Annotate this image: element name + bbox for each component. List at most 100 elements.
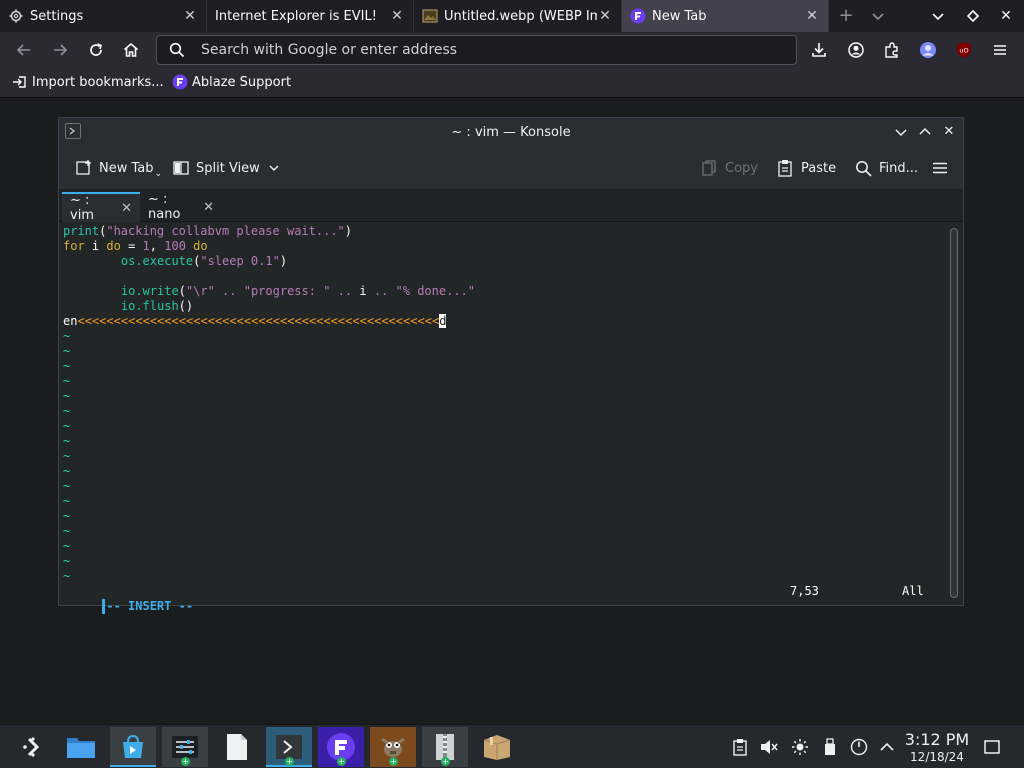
empty-line-tilde: ~ (63, 569, 71, 583)
empty-line-tilde: ~ (63, 374, 71, 388)
clock-time: 3:12 PM (904, 730, 970, 749)
empty-line-tilde: ~ (63, 479, 71, 493)
empty-line-tilde: ~ (63, 494, 71, 508)
svg-text:uO: uO (959, 47, 968, 55)
ablaze-icon (630, 8, 646, 24)
empty-line-tilde: ~ (63, 554, 71, 568)
badge-icon: + (389, 757, 398, 766)
konsole-title-bar[interactable]: ~ : vim — Konsole ✕ (59, 118, 963, 146)
reload-icon[interactable] (82, 36, 110, 64)
tab-untitled-webp[interactable]: Untitled.webp (WEBP Im ✕ (414, 0, 622, 32)
tab-internet-explorer[interactable]: Internet Explorer is EVIL! ✕ (207, 0, 414, 32)
code-line: os.execute("sleep 0.1") (120, 254, 288, 268)
close-icon[interactable]: ✕ (203, 200, 214, 215)
import-icon (12, 74, 28, 90)
split-view-icon (172, 159, 190, 177)
discover-store-icon[interactable] (110, 727, 156, 767)
home-icon[interactable] (117, 36, 145, 64)
updates-gauge-icon[interactable] (849, 737, 869, 757)
tab-label: ~ : nano (148, 192, 181, 222)
archive-manager-icon[interactable]: + (422, 727, 468, 767)
gear-icon (8, 8, 24, 24)
bookmark-label: Ablaze Support (192, 74, 292, 90)
clock[interactable]: 3:12 PM 12/18/24 (902, 730, 972, 766)
cursor-indicator (102, 599, 106, 614)
list-all-tabs-chevron-icon[interactable] (868, 6, 888, 26)
paste-button[interactable]: Paste (777, 156, 836, 180)
ablaze-browser-taskbar-icon[interactable]: + (318, 727, 364, 767)
konsole-tab-bar: ~ : vim ✕ ~ : nano ✕ (59, 190, 963, 223)
gimp-icon[interactable]: + (370, 727, 416, 767)
ublock-origin-icon[interactable]: uO (950, 36, 978, 64)
empty-line-tilde: ~ (63, 464, 71, 478)
system-settings-icon[interactable]: + (162, 727, 208, 767)
close-window-icon[interactable]: ✕ (996, 6, 1016, 26)
search-icon (169, 42, 185, 58)
badge-icon: + (285, 757, 294, 766)
file-manager-icon[interactable] (58, 727, 104, 767)
split-view-button[interactable]: Split View (172, 156, 280, 180)
tab-vim[interactable]: ~ : vim ✕ (62, 192, 140, 223)
close-icon[interactable]: ✕ (182, 8, 198, 24)
empty-line-tilde: ~ (63, 389, 71, 403)
find-label: Find... (879, 160, 919, 176)
clipboard-icon[interactable] (730, 737, 750, 757)
url-placeholder: Search with Google or enter address (201, 42, 458, 58)
minimize-window-chevron-icon[interactable] (928, 6, 948, 26)
close-icon[interactable]: ✕ (389, 8, 405, 24)
badge-icon: + (181, 757, 190, 766)
hamburger-menu-icon[interactable] (986, 36, 1014, 64)
terminal-scrollbar[interactable] (947, 222, 963, 605)
expand-tray-chevron-icon[interactable] (877, 737, 897, 757)
bookmark-import[interactable]: Import bookmarks... (12, 74, 164, 90)
tab-label: Internet Explorer is EVIL! (215, 8, 377, 24)
maximize-chevron-icon[interactable] (917, 124, 933, 140)
url-bar[interactable]: Search with Google or enter address (156, 35, 797, 65)
forward-arrow-icon[interactable] (46, 36, 74, 64)
tab-label: ~ : vim (70, 193, 94, 223)
volume-muted-icon[interactable] (759, 737, 779, 757)
tab-nano[interactable]: ~ : nano ✕ (140, 192, 222, 222)
bookmark-ablaze-support[interactable]: Ablaze Support (172, 74, 291, 90)
profile-avatar-icon[interactable] (914, 36, 942, 64)
back-arrow-icon[interactable] (10, 36, 38, 64)
minimize-chevron-icon[interactable] (893, 124, 909, 140)
tab-settings[interactable]: Settings ✕ (0, 0, 207, 32)
show-desktop-icon[interactable] (982, 737, 1002, 757)
search-icon (855, 160, 872, 177)
find-button[interactable]: Find... (855, 156, 918, 180)
account-icon[interactable] (842, 36, 870, 64)
maximize-window-diamond-icon[interactable] (963, 6, 983, 26)
bookmarks-bar: Import bookmarks... Ablaze Support (0, 68, 1024, 98)
usb-drive-icon[interactable] (820, 737, 840, 757)
extensions-puzzle-icon[interactable] (878, 36, 906, 64)
close-icon[interactable]: ✕ (597, 8, 613, 24)
close-icon[interactable]: ✕ (804, 8, 820, 24)
application-launcher-icon[interactable] (10, 727, 56, 767)
cursor-position: 7,53 (790, 584, 819, 598)
konsole-window: ~ : vim — Konsole ✕ New Tab ⌄ Split View (58, 117, 964, 614)
hamburger-menu-icon[interactable] (931, 156, 949, 180)
badge-icon: + (441, 757, 450, 766)
new-tab-plus-icon[interactable]: + (836, 6, 856, 26)
package-icon[interactable] (474, 727, 520, 767)
text-editor-icon[interactable] (214, 727, 260, 767)
tab-new-tab[interactable]: New Tab ✕ (622, 0, 829, 32)
copy-label: Copy (725, 160, 758, 176)
scrollbar-thumb[interactable] (950, 228, 958, 598)
paste-clipboard-icon (777, 159, 793, 177)
running-indicator (110, 765, 156, 767)
close-icon[interactable]: ✕ (941, 124, 957, 140)
terminal-vim-editor[interactable]: print("hacking collabvm please wait...")… (59, 222, 947, 614)
bookmark-label: Import bookmarks... (32, 74, 164, 90)
downloads-icon[interactable] (805, 36, 833, 64)
new-tab-button[interactable]: New Tab ⌄ (75, 156, 162, 180)
konsole-taskbar-icon[interactable]: + (266, 727, 312, 767)
copy-button[interactable]: Copy (701, 156, 758, 180)
empty-line-tilde: ~ (63, 359, 71, 373)
empty-line-tilde: ~ (63, 344, 71, 358)
badge-icon: + (337, 757, 346, 766)
brightness-icon[interactable] (790, 737, 810, 757)
close-icon[interactable]: ✕ (121, 201, 132, 216)
copy-icon (701, 159, 717, 177)
